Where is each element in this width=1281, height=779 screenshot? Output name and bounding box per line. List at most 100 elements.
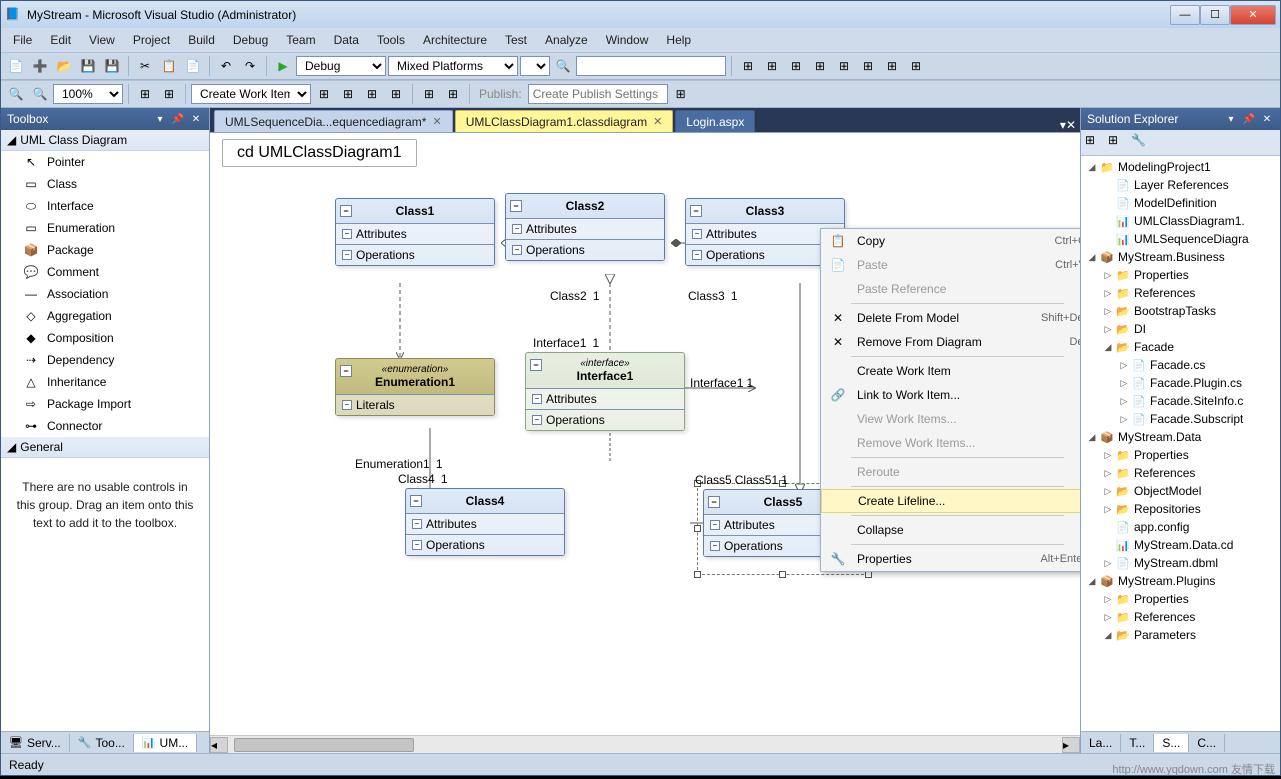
scroll-left-icon[interactable]: ◂ [210, 737, 228, 753]
tree-node[interactable]: ▷📁Properties [1081, 446, 1280, 464]
menu-file[interactable]: File [5, 31, 40, 49]
menu-tools[interactable]: Tools [369, 31, 413, 49]
diagram-canvas[interactable]: cd UMLClassDiagram1 [210, 132, 1080, 753]
tb2-icon-6[interactable]: ⊞ [385, 83, 407, 105]
tb2-icon-9[interactable]: ⊞ [670, 83, 692, 105]
tb2-icon-2[interactable]: ⊞ [158, 83, 180, 105]
menu-edit[interactable]: Edit [42, 31, 79, 49]
close-button[interactable]: ✕ [1230, 5, 1276, 25]
tree-node[interactable]: ▷📂BootstrapTasks [1081, 302, 1280, 320]
toolbox-item-enumeration[interactable]: ▭Enumeration [1, 217, 209, 239]
toolbox-item-dependency[interactable]: ⇢Dependency [1, 349, 209, 371]
solexp-pin-icon[interactable]: 📌 [1242, 112, 1256, 126]
uml-class2[interactable]: −Class2 −Attributes −Operations [505, 193, 665, 261]
sol-icon-1[interactable]: ⊞ [1085, 133, 1105, 153]
scroll-thumb[interactable] [234, 738, 414, 752]
toolbox-dropdown-icon[interactable]: ▾ [153, 112, 167, 126]
sol-properties-icon[interactable]: 🔧 [1131, 133, 1151, 153]
ctx-properties[interactable]: 🔧PropertiesAlt+Enter [821, 547, 1080, 571]
save-all-icon[interactable]: 💾 [101, 55, 123, 77]
menu-debug[interactable]: Debug [225, 31, 276, 49]
zoom-out-icon[interactable]: 🔍 [5, 83, 27, 105]
menu-build[interactable]: Build [180, 31, 223, 49]
uml-enumeration1[interactable]: −«enumeration»Enumeration1 −Literals [335, 358, 495, 416]
tree-node[interactable]: ◢📂Parameters [1081, 626, 1280, 644]
toolbox-item-comment[interactable]: 💬Comment [1, 261, 209, 283]
uml-class4[interactable]: −Class4 −Attributes −Operations [405, 488, 565, 556]
tree-node[interactable]: 📊UMLSequenceDiagra [1081, 230, 1280, 248]
bottom-tab-server[interactable]: 🖥 Serv... [1, 734, 70, 752]
tree-node[interactable]: ▷📄Facade.Plugin.cs [1081, 374, 1280, 392]
tb2-icon-4[interactable]: ⊞ [337, 83, 359, 105]
tb-icon-1[interactable]: ⊞ [737, 55, 759, 77]
toolbox-close-icon[interactable]: ✕ [189, 112, 203, 126]
toolbox-group-general[interactable]: ◢General [1, 437, 209, 458]
horizontal-scrollbar[interactable]: ◂ ▸ [210, 735, 1080, 753]
tree-node[interactable]: ▷📂ObjectModel [1081, 482, 1280, 500]
tb-icon-5[interactable]: ⊞ [833, 55, 855, 77]
btab-la[interactable]: La... [1081, 734, 1121, 752]
menu-window[interactable]: Window [598, 31, 657, 49]
tree-node[interactable]: ▷📁References [1081, 284, 1280, 302]
tb-icon-7[interactable]: ⊞ [881, 55, 903, 77]
new-project-icon[interactable]: 📄 [5, 55, 27, 77]
find-input[interactable] [576, 56, 726, 76]
btab-s[interactable]: S... [1154, 734, 1189, 752]
ctx-collapse[interactable]: Collapse [821, 518, 1080, 542]
tree-node[interactable]: ▷📂DI [1081, 320, 1280, 338]
find-icon[interactable]: 🔍 [552, 55, 574, 77]
start-icon[interactable]: ▶ [272, 55, 294, 77]
platform-dropdown[interactable]: Mixed Platforms [388, 56, 518, 76]
tab-login[interactable]: Login.aspx [675, 110, 755, 132]
toolbox-item-pointer[interactable]: ↖Pointer [1, 151, 209, 173]
zoom-dropdown[interactable]: 100% [53, 84, 123, 104]
tree-node[interactable]: 📊MyStream.Data.cd [1081, 536, 1280, 554]
copy-icon[interactable]: 📋 [158, 55, 180, 77]
ctx-delete-from-model[interactable]: ✕Delete From ModelShift+Del [821, 306, 1080, 330]
ctx-create-work-item[interactable]: Create Work Item▸ [821, 359, 1080, 383]
toolbox-item-inheritance[interactable]: △Inheritance [1, 371, 209, 393]
solexp-close-icon[interactable]: ✕ [1260, 112, 1274, 126]
tb2-icon-7[interactable]: ⊞ [418, 83, 440, 105]
tree-node[interactable]: ▷📄Facade.Subscript [1081, 410, 1280, 428]
tb2-icon-1[interactable]: ⊞ [134, 83, 156, 105]
tabs-close-icon[interactable]: ✕ [1066, 118, 1076, 132]
ctx-link-to-work-item-[interactable]: 🔗Link to Work Item... [821, 383, 1080, 407]
toolbox-item-composition[interactable]: ◆Composition [1, 327, 209, 349]
sol-icon-2[interactable]: ⊞ [1108, 133, 1128, 153]
toolbox-item-connector[interactable]: ⊶Connector [1, 415, 209, 437]
cut-icon[interactable]: ✂ [134, 55, 156, 77]
toolbox-item-interface[interactable]: ⬭Interface [1, 195, 209, 217]
open-icon[interactable]: 📂 [53, 55, 75, 77]
menu-architecture[interactable]: Architecture [415, 31, 495, 49]
solexp-dropdown-icon[interactable]: ▾ [1224, 112, 1238, 126]
scroll-right-icon[interactable]: ▸ [1062, 737, 1080, 753]
menu-view[interactable]: View [81, 31, 123, 49]
btab-c[interactable]: C... [1189, 734, 1225, 752]
toolbox-item-association[interactable]: —Association [1, 283, 209, 305]
add-item-icon[interactable]: ➕ [29, 55, 51, 77]
tab-close-icon[interactable]: ✕ [432, 115, 441, 128]
tree-node[interactable]: ▷📁Properties [1081, 590, 1280, 608]
tree-node[interactable]: ▷📁References [1081, 464, 1280, 482]
tree-node[interactable]: ◢📦MyStream.Business [1081, 248, 1280, 266]
tab-sequencediagram[interactable]: UMLSequenceDia...equencediagram*✕ [214, 110, 453, 132]
toolbox-item-package-import[interactable]: ⇨Package Import [1, 393, 209, 415]
ctx-create-lifeline-[interactable]: Create Lifeline... [821, 489, 1080, 513]
toolbox-group-uml[interactable]: ◢UML Class Diagram [1, 130, 209, 151]
tb-icon-2[interactable]: ⊞ [761, 55, 783, 77]
empty-dropdown[interactable] [520, 56, 550, 76]
bottom-tab-toolbox[interactable]: 🔧 Too... [70, 734, 134, 752]
toolbox-pin-icon[interactable]: 📌 [171, 112, 185, 126]
tb-icon-6[interactable]: ⊞ [857, 55, 879, 77]
tb2-icon-8[interactable]: ⊞ [442, 83, 464, 105]
tab-close-icon[interactable]: ✕ [653, 115, 662, 128]
tree-node[interactable]: ▷📄Facade.SiteInfo.c [1081, 392, 1280, 410]
toolbox-item-package[interactable]: 📦Package [1, 239, 209, 261]
uml-class1[interactable]: −Class1 −Attributes −Operations [335, 198, 495, 266]
maximize-button[interactable]: ☐ [1200, 5, 1230, 25]
menu-analyze[interactable]: Analyze [537, 31, 596, 49]
tree-node[interactable]: ◢📁ModelingProject1 [1081, 158, 1280, 176]
menu-data[interactable]: Data [326, 31, 367, 49]
ctx-copy[interactable]: 📋CopyCtrl+C [821, 229, 1080, 253]
